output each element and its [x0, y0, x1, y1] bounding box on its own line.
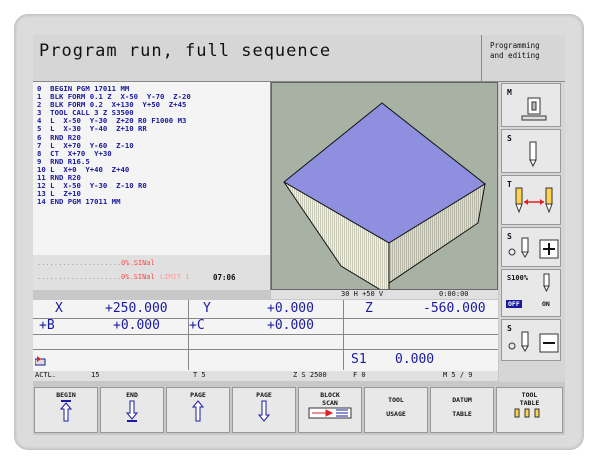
page-up-label: PAGE [190, 391, 206, 399]
spindle-minus-button[interactable]: S [501, 319, 561, 361]
page-down-icon [257, 400, 271, 422]
tool-table-icon [514, 408, 539, 418]
spindle-icon [529, 141, 537, 168]
softkey-bar: BEGIN END PAGE PAGE BLOCK SCAN TOOL USAG… [33, 385, 565, 435]
c-axis-value: +0.000 [267, 318, 314, 333]
tool-length-icon [515, 187, 553, 214]
m-function-button[interactable]: M [501, 83, 561, 127]
datum-label-2: TABLE [452, 410, 472, 418]
spindle-plus-icon [508, 237, 559, 259]
machine-status-bar: ACTL. 15 T 5 Z S 2500 F 0 M 5 / 9 [33, 371, 498, 381]
view-angle: 30 H +50 V [341, 290, 384, 298]
tool-table-label-1: TOOL [521, 391, 538, 399]
page-down-label: PAGE [256, 391, 272, 399]
block-scan-icon [308, 407, 352, 419]
end-label: END [126, 391, 138, 399]
title-bar: Program run, full sequence [33, 35, 482, 82]
workpiece-3d [283, 102, 486, 296]
begin-label: BEGIN [56, 391, 76, 399]
page-down-softkey[interactable]: PAGE [232, 387, 296, 433]
s-label: S [507, 134, 512, 143]
status-line-2: 0% SINal [121, 273, 155, 281]
spindle-minus-icon [508, 331, 559, 353]
c-axis-label: +C [189, 318, 205, 333]
cnc-screen: Program run, full sequence Programming a… [33, 35, 565, 435]
x-axis-value: +250.000 [105, 301, 168, 316]
vertical-softkeys: M S T S S100% OFF ON S [499, 82, 565, 382]
position-display: X +250.000 Y +0.000 Z -560.000 +B +0.000… [33, 300, 498, 375]
m-function-icon [521, 97, 547, 121]
tool-status: T 5 [193, 371, 206, 379]
spindle-status: Z S 2500 [293, 371, 327, 379]
s-pct-label: S100% [507, 274, 529, 282]
arrow-up-icon [59, 400, 73, 422]
tool-usage-label-2: USAGE [386, 410, 406, 418]
page-up-icon [191, 400, 205, 422]
datum-label-1: DATUM [452, 396, 472, 404]
block-scan-softkey[interactable]: BLOCK SCAN [298, 387, 362, 433]
feed-value: 15 [91, 371, 100, 379]
page-title: Program run, full sequence [39, 41, 332, 61]
mode-programming-editing[interactable]: Programming and editing [482, 35, 565, 82]
graphics-view [271, 82, 498, 296]
block-label-2: SCAN [322, 399, 338, 407]
tool-usage-label-1: TOOL [388, 396, 404, 404]
status-time: 07:06 [213, 273, 236, 282]
tool-table-label-2: TABLE [519, 399, 540, 407]
divider [188, 300, 189, 370]
tool-button[interactable]: T [501, 175, 561, 225]
block-label-1: BLOCK [320, 391, 340, 399]
m-status: M 5 / 9 [443, 371, 473, 379]
page-up-softkey[interactable]: PAGE [166, 387, 230, 433]
s1-value: 0.000 [395, 352, 435, 367]
feed-icon [34, 351, 47, 366]
y-axis-label: Y [203, 301, 211, 316]
actl-label: ACTL. [35, 371, 57, 379]
status-line-1: 0% SINal [121, 259, 155, 267]
divider [343, 300, 344, 370]
limit-label: LIMIT 1 [160, 273, 190, 281]
begin-softkey[interactable]: BEGIN [34, 387, 98, 433]
datum-table-softkey[interactable]: DATUM TABLE [430, 387, 494, 433]
spindle-override-icon [543, 273, 550, 293]
divider [33, 318, 498, 319]
mode-label-2: and editing [490, 51, 540, 60]
spindle-button[interactable]: S [501, 129, 561, 173]
z-axis-value: -560.000 [423, 301, 486, 316]
arrow-down-icon [125, 400, 139, 422]
program-line[interactable]: 14 END PGM 17011 MM [37, 198, 270, 206]
b-axis-label: +B [39, 318, 55, 333]
m-label: M [507, 88, 512, 97]
tool-table-softkey[interactable]: TOOL TABLE [496, 387, 563, 433]
mode-label-1: Programming [490, 41, 540, 50]
s1-label: S1 [351, 352, 367, 367]
divider [33, 349, 498, 350]
x-axis-label: X [55, 301, 63, 316]
sim-time: 0:00:00 [439, 290, 469, 298]
end-softkey[interactable]: END [100, 387, 164, 433]
divider [33, 334, 498, 335]
b-axis-value: +0.000 [113, 318, 160, 333]
spindle-plus-button[interactable]: S [501, 227, 561, 267]
tool-usage-softkey[interactable]: TOOL USAGE [364, 387, 428, 433]
spindle-override-button[interactable]: S100% OFF ON [501, 269, 561, 317]
off-toggle[interactable]: OFF [506, 300, 522, 308]
y-axis-value: +0.000 [267, 301, 314, 316]
z-axis-label: Z [365, 301, 373, 316]
on-toggle[interactable]: ON [542, 300, 550, 308]
program-lines: 0 BEGIN PGM 17011 MM 1 BLK FORM 0.1 Z X-5… [33, 82, 270, 206]
program-status: ............................ 0% SINal ..… [33, 255, 270, 290]
graphics-status: 30 H +50 V 0:00:00 [271, 290, 498, 299]
feed-status: F 0 [353, 371, 366, 379]
